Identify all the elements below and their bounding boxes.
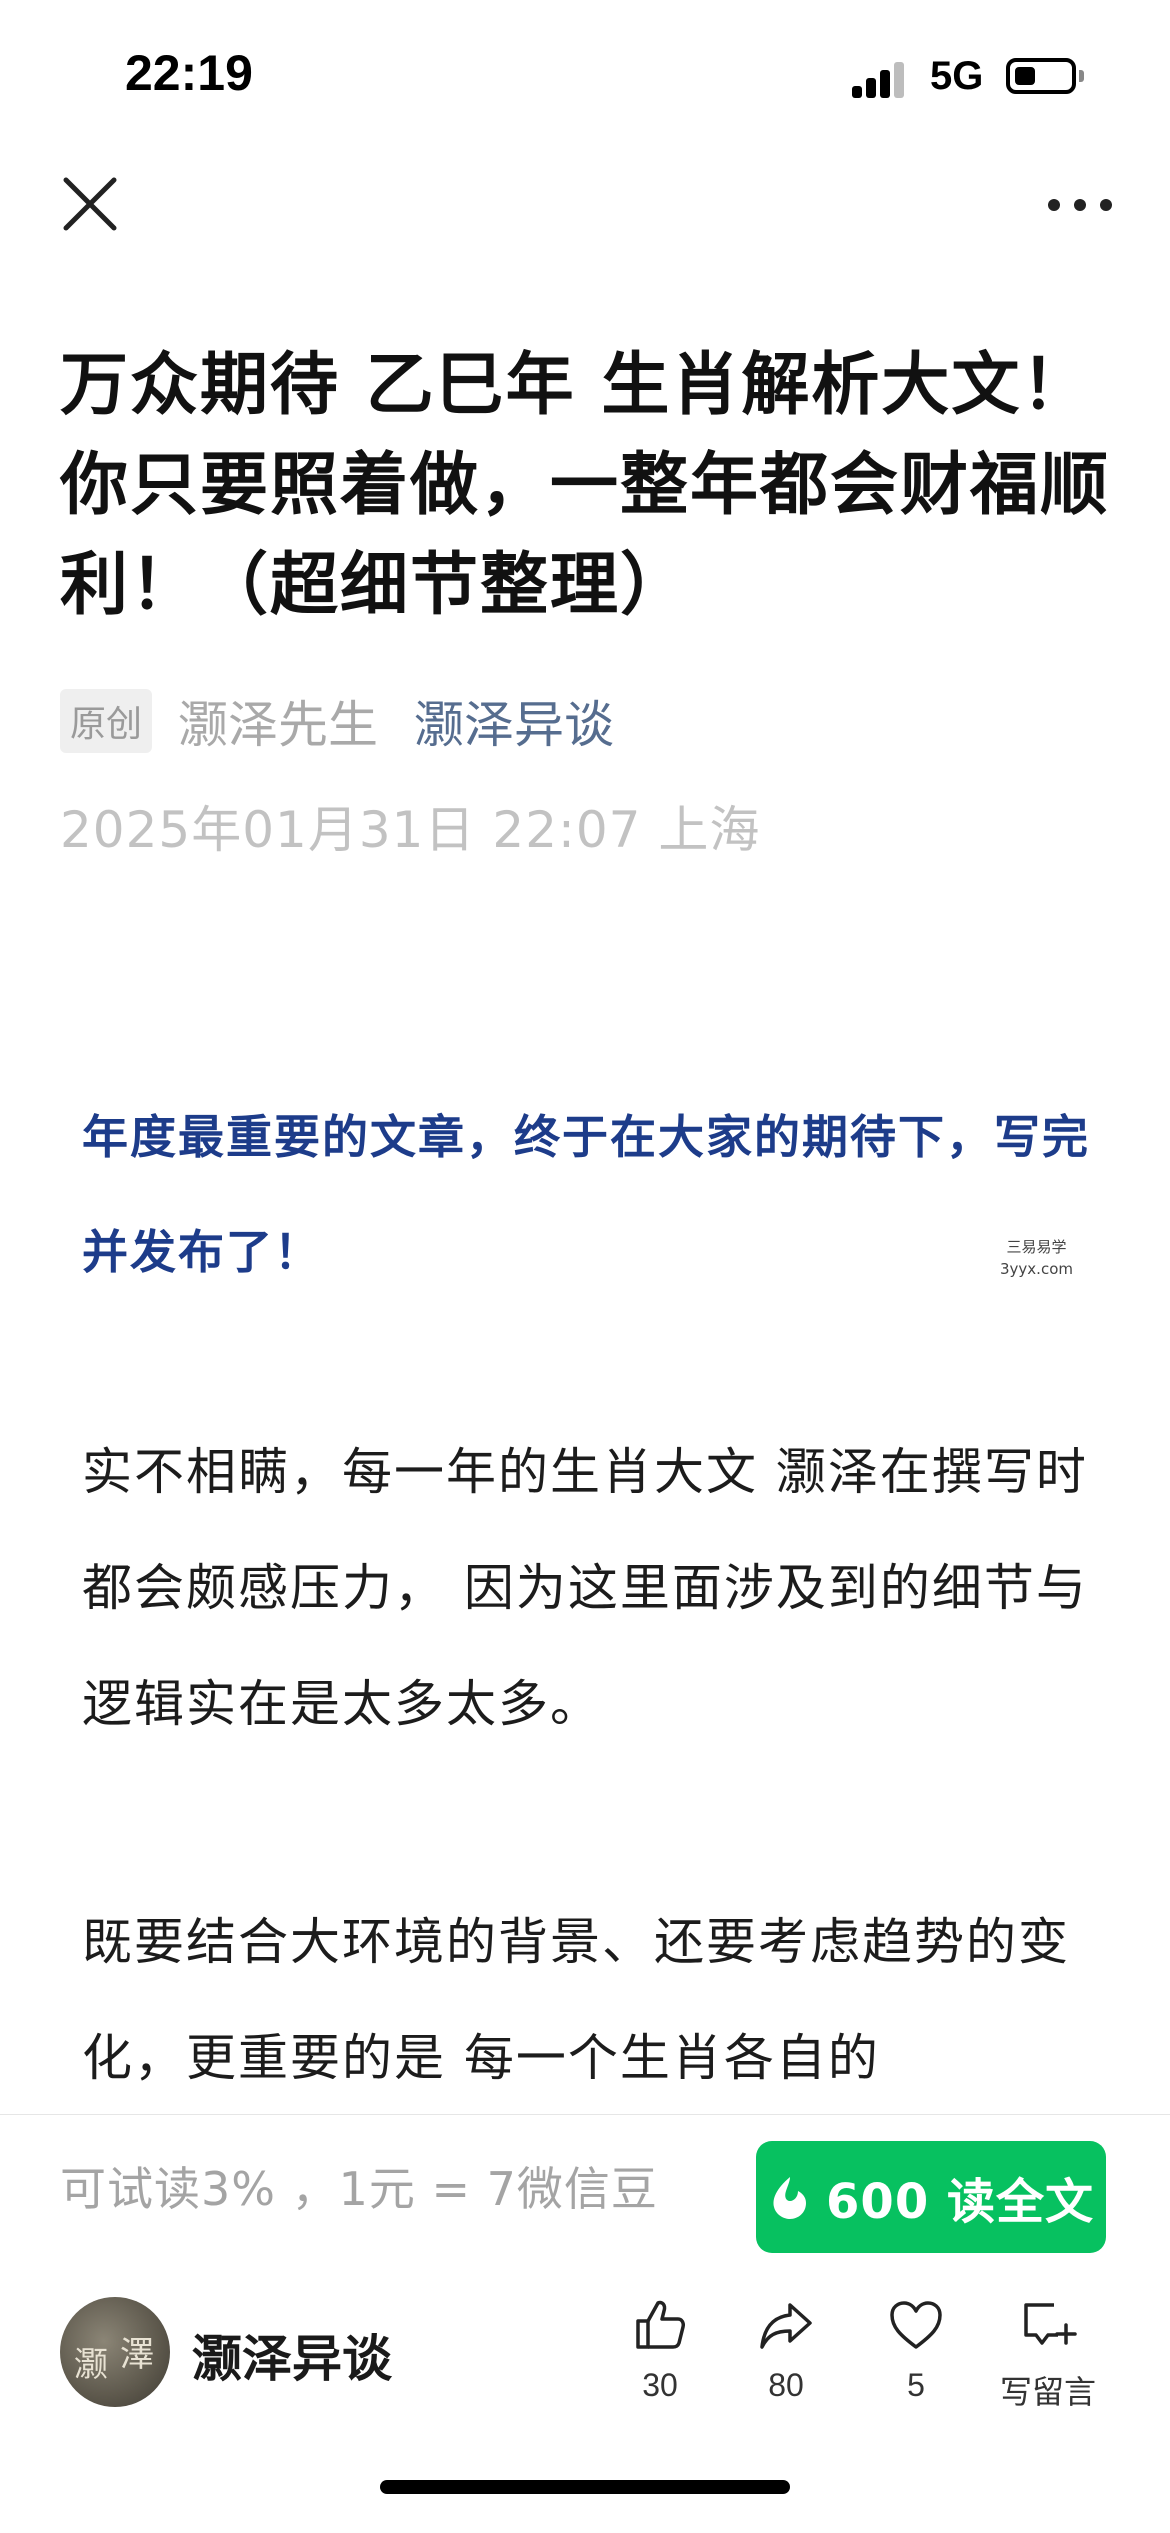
like-button[interactable]: 30: [600, 2295, 720, 2404]
avatar[interactable]: 灏 澤: [60, 2297, 170, 2407]
battery-icon: [1006, 58, 1076, 94]
comment-icon: [1024, 2303, 1077, 2345]
paragraph: 既要结合大环境的背景、还要考虑趋势的变化，更重要的是 每一个生肖各自的: [82, 1913, 1070, 2087]
more-icon: [1048, 199, 1112, 211]
more-button[interactable]: [1040, 180, 1120, 230]
share-button[interactable]: 80: [726, 2295, 846, 2404]
thumbs-up-icon: [636, 2300, 685, 2349]
heart-icon: [890, 2301, 942, 2349]
account-link[interactable]: 灏泽异谈: [414, 685, 614, 757]
read-full-button[interactable]: 600 读全文: [756, 2141, 1106, 2253]
network-label: 5G: [930, 54, 984, 98]
status-time: 22:19: [125, 45, 253, 101]
avatar-glyph: 灏: [74, 2345, 108, 2385]
article-meta: 原创 灏泽先生 灏泽异谈: [60, 686, 614, 756]
home-indicator: [380, 2480, 790, 2494]
close-button[interactable]: [58, 172, 122, 236]
share-icon: [760, 2303, 812, 2349]
wechat-bean-icon: [773, 2177, 807, 2219]
share-count: 80: [768, 2367, 804, 2403]
paragraph: 实不相瞒，每一年的生肖大文 灏泽在撰写时都会颇感压力， 因为这里面涉及到的细节与…: [82, 1443, 1088, 1733]
highlight-quote: 年度最重要的文章，终于在大家的期待下，写完并发布了！: [82, 1110, 1090, 1279]
watermark-line1: 三易易学: [1006, 1238, 1067, 1256]
favorite-count: 5: [907, 2367, 925, 2403]
favorite-button[interactable]: 5: [856, 2295, 976, 2404]
write-comment-button[interactable]: 写留言: [988, 2295, 1108, 2413]
article-title: 万众期待 乙巳年 生肖解析大文！ 你只要照着做，一整年都会财福顺利！（超细节整理…: [60, 346, 1111, 625]
battery-cap: [1079, 70, 1084, 82]
watermark: 三易易学 3yyx.com: [1000, 1236, 1073, 1280]
avatar-glyph: 澤: [120, 2335, 154, 2375]
close-icon: [63, 177, 117, 231]
signal-icon: [852, 58, 912, 98]
original-badge: 原创: [60, 689, 153, 753]
watermark-line2: 3yyx.com: [1000, 1260, 1073, 1278]
status-bar: 22:19 5G: [0, 0, 1170, 150]
publish-info: 2025年01月31日 22:07 上海: [60, 801, 761, 859]
paywall-bar: 可试读3% ，1元 = 7微信豆 600 读全文 灏 澤 灏泽异谈 30 80 …: [0, 2114, 1170, 2533]
trial-text: 可试读3% ，1元 = 7微信豆: [60, 2162, 658, 2216]
author-name: 灏泽先生: [178, 696, 379, 754]
like-count: 30: [642, 2367, 678, 2403]
footer-account-name[interactable]: 灏泽异谈: [192, 2319, 392, 2391]
write-comment-label: 写留言: [999, 2374, 1096, 2410]
read-full-label: 600 读全文: [826, 2174, 1094, 2230]
